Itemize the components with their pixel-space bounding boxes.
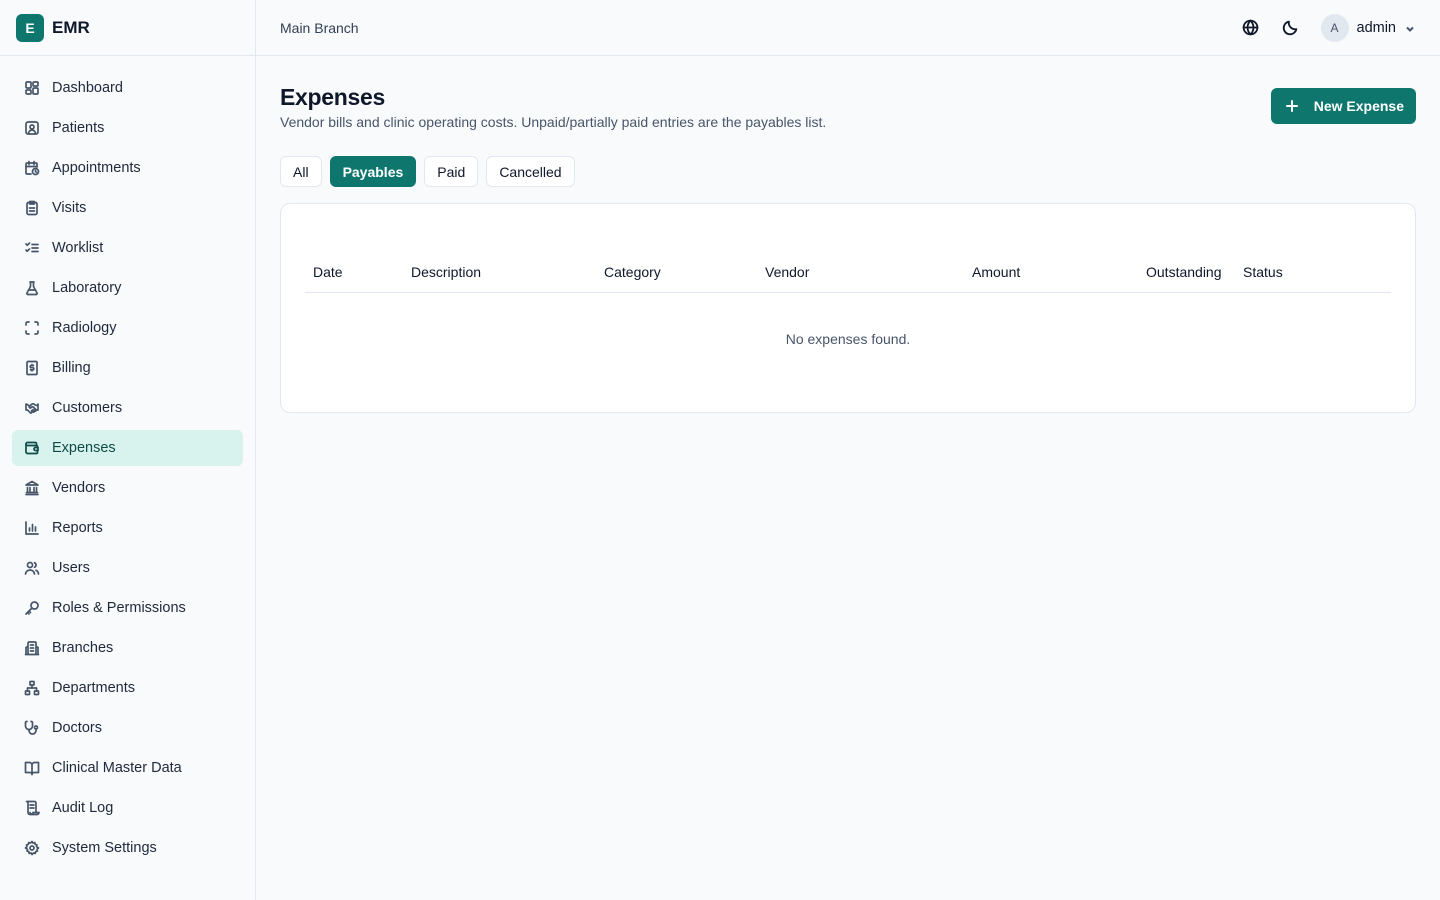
avatar: A (1320, 13, 1349, 42)
user-menu[interactable]: A admin (1320, 13, 1417, 42)
top-bar: Main Branch A admin (256, 0, 1440, 56)
tab-payables[interactable]: Payables (329, 156, 417, 187)
tab-paid[interactable]: Paid (424, 156, 479, 187)
sidebar-item-users[interactable]: Users (12, 550, 243, 586)
sidebar-item-reports[interactable]: Reports (12, 510, 243, 546)
sidebar-item-branches[interactable]: Branches (12, 630, 243, 666)
sidebar-item-vendors[interactable]: Vendors (12, 470, 243, 506)
branch-name[interactable]: Main Branch (280, 20, 359, 36)
sidebar-item-label: Branches (52, 640, 114, 656)
expenses-table: Date Description Category Vendor Amount … (305, 252, 1391, 347)
column-category[interactable]: Category (596, 264, 757, 280)
sidebar-nav: Dashboard Patients Appointments Visits W… (0, 56, 255, 866)
building-icon (24, 640, 40, 656)
sidebar-item-label: Worklist (52, 240, 104, 256)
page-subtitle: Vendor bills and clinic operating costs.… (280, 114, 827, 130)
sidebar-item-label: Appointments (52, 160, 141, 176)
column-status[interactable]: Status (1235, 264, 1355, 280)
column-outstanding[interactable]: Outstanding (1138, 264, 1235, 280)
stethoscope-icon (24, 720, 40, 736)
gear-icon (24, 840, 40, 856)
sidebar-item-label: Patients (52, 120, 105, 136)
brand[interactable]: E EMR (0, 0, 255, 56)
user-name: admin (1356, 19, 1397, 36)
sidebar: E EMR Dashboard Patients Appointments Vi… (0, 0, 256, 900)
landmark-icon (24, 480, 40, 496)
empty-message: No expenses found. (785, 331, 911, 347)
moon-icon[interactable] (1275, 12, 1307, 44)
wallet-icon (24, 440, 40, 456)
network-icon (24, 680, 40, 696)
sidebar-item-label: System Settings (52, 840, 157, 856)
sidebar-item-departments[interactable]: Departments (12, 670, 243, 706)
sidebar-item-audit-log[interactable]: Audit Log (12, 790, 243, 826)
sidebar-item-worklist[interactable]: Worklist (12, 230, 243, 266)
sidebar-item-laboratory[interactable]: Laboratory (12, 270, 243, 306)
tab-all[interactable]: All (280, 156, 322, 187)
sidebar-item-label: Clinical Master Data (52, 760, 182, 776)
flask-icon (24, 280, 40, 296)
book-icon (24, 760, 40, 776)
sidebar-item-roles-permissions[interactable]: Roles & Permissions (12, 590, 243, 626)
sidebar-item-label: Departments (52, 680, 136, 696)
users-icon (24, 560, 40, 576)
new-expense-label: New Expense (1313, 98, 1404, 114)
sidebar-item-customers[interactable]: Customers (12, 390, 243, 426)
dashboard-icon (24, 80, 40, 96)
sidebar-item-radiology[interactable]: Radiology (12, 310, 243, 346)
sidebar-item-system-settings[interactable]: System Settings (12, 830, 243, 866)
sidebar-item-patients[interactable]: Patients (12, 110, 243, 146)
calendar-clock-icon (24, 160, 40, 176)
sidebar-item-label: Doctors (52, 720, 102, 736)
status-tabs: All Payables Paid Cancelled (280, 156, 1416, 187)
sidebar-item-label: Laboratory (52, 280, 122, 296)
column-vendor[interactable]: Vendor (757, 264, 964, 280)
sidebar-item-clinical-master-data[interactable]: Clinical Master Data (12, 750, 243, 786)
sidebar-item-label: Audit Log (52, 800, 114, 816)
brand-logo: E (16, 13, 44, 42)
table-header: Date Description Category Vendor Amount … (305, 252, 1391, 293)
sidebar-item-dashboard[interactable]: Dashboard (12, 70, 243, 106)
clipboard-icon (24, 200, 40, 216)
page-title: Expenses (280, 84, 385, 110)
column-description[interactable]: Description (403, 264, 596, 280)
sidebar-item-expenses[interactable]: Expenses (12, 430, 243, 466)
column-date[interactable]: Date (305, 264, 403, 280)
new-expense-button[interactable]: New Expense (1270, 88, 1416, 124)
scan-icon (24, 320, 40, 336)
sidebar-item-label: Customers (52, 400, 123, 416)
sidebar-item-label: Roles & Permissions (52, 600, 186, 616)
sidebar-item-billing[interactable]: Billing (12, 350, 243, 386)
sidebar-item-label: Users (52, 560, 90, 576)
sidebar-item-visits[interactable]: Visits (12, 190, 243, 226)
sidebar-item-doctors[interactable]: Doctors (12, 710, 243, 746)
globe-icon[interactable] (1235, 12, 1267, 44)
list-checks-icon (24, 240, 40, 256)
brand-name: EMR (52, 17, 90, 37)
main-content: Expenses Vendor bills and clinic operati… (280, 80, 1416, 413)
sidebar-item-label: Reports (52, 520, 103, 536)
sidebar-item-label: Dashboard (52, 80, 123, 96)
expenses-table-card: Date Description Category Vendor Amount … (280, 203, 1416, 413)
tab-cancelled[interactable]: Cancelled (486, 156, 575, 187)
plus-icon (1285, 99, 1299, 113)
patients-icon (24, 120, 40, 136)
sidebar-item-label: Radiology (52, 320, 117, 336)
sidebar-item-label: Vendors (52, 480, 106, 496)
bar-chart-icon (24, 520, 40, 536)
sidebar-item-appointments[interactable]: Appointments (12, 150, 243, 186)
scroll-icon (24, 800, 40, 816)
handshake-icon (24, 400, 40, 416)
chevron-down-icon (1404, 22, 1416, 34)
column-amount[interactable]: Amount (964, 264, 1138, 280)
sidebar-item-label: Visits (52, 200, 87, 216)
receipt-dollar-icon (24, 360, 40, 376)
sidebar-item-label: Expenses (52, 440, 116, 456)
sidebar-item-label: Billing (52, 360, 91, 376)
key-icon (24, 600, 40, 616)
